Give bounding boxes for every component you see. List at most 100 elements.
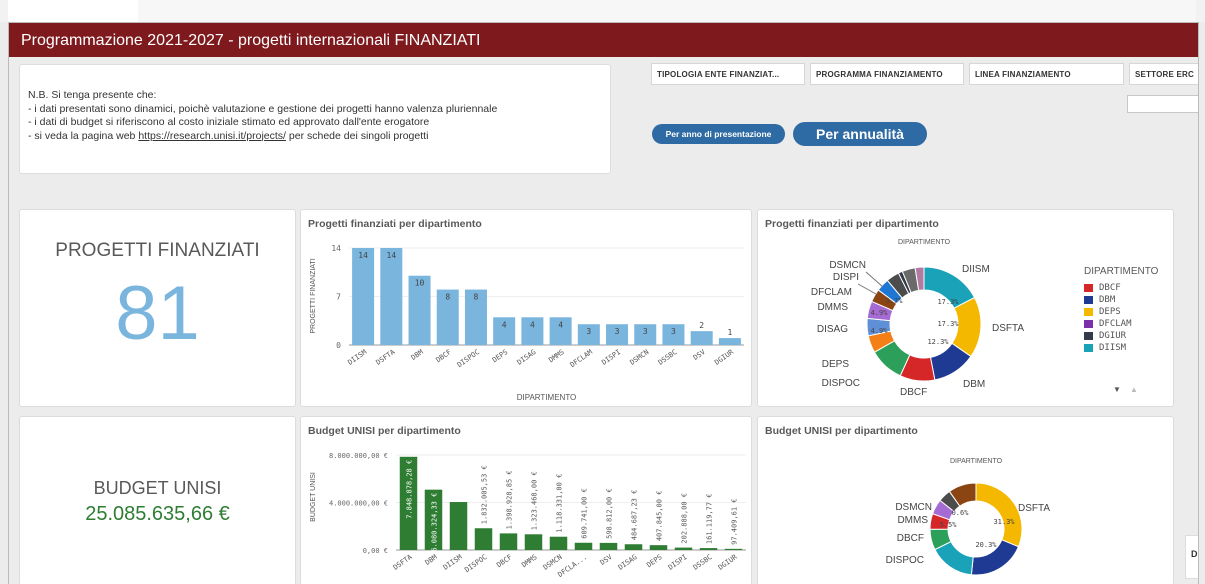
pie-slice-label: 3.7% <box>886 297 904 305</box>
x-tick-label: DSV <box>692 348 708 362</box>
kpi-projects-label: PROGETTI FINANZIATI <box>55 240 260 261</box>
legend-label: DIISM <box>1099 343 1127 353</box>
legend-scroll-up-icon[interactable]: ▲ <box>1130 385 1138 394</box>
note-line-2: - i dati di budget si riferiscono al cos… <box>28 116 430 128</box>
note-heading: N.B. Si tenga presente che: <box>28 89 157 101</box>
legend-item[interactable]: DGIUR <box>1084 330 1132 342</box>
pie-outer-label: DISAG <box>817 324 848 335</box>
pie-slice-label: 31.3% <box>993 518 1015 526</box>
x-tick-label: DISPI <box>600 348 622 367</box>
x-axis-label: DIPARTIMENTO <box>517 393 577 402</box>
bar-value-label: 1.323.468,00 € <box>531 471 539 530</box>
legend-swatch <box>1084 308 1093 316</box>
note-line-1: - i dati presentati sono dinamici, poich… <box>28 102 498 115</box>
x-tick-label: DMMS <box>547 348 565 364</box>
bar-value-label: 4 <box>502 320 507 329</box>
y-axis-label: PROGETTI FINANZIATI <box>310 258 317 333</box>
pie-outer-label: DMMS <box>817 302 848 313</box>
bar-value-label: 598.812,00 € <box>606 488 614 539</box>
settore-erc-select[interactable] <box>1127 95 1198 113</box>
bar-value-label: 4 <box>558 320 563 329</box>
y-tick-label: 0 <box>336 341 341 350</box>
bar-value-label: 14 <box>387 251 397 260</box>
legend-swatch <box>1084 344 1093 352</box>
x-tick-label: DEPS <box>491 348 509 364</box>
filter-settore-erc[interactable]: SETTORE ERC <box>1129 63 1198 85</box>
filter-programma[interactable]: PROGRAMMA FINANZIAMENTO <box>810 63 964 85</box>
pie-inner-title: DIPARTIMENTO <box>950 458 1003 465</box>
pie-outer-label: DSMCN <box>895 502 932 513</box>
bar-value-label: 8 <box>474 293 479 302</box>
kpi-budget-label: BUDGET UNISI <box>93 478 222 498</box>
bar-budget-title: Budget UNISI per dipartimento <box>308 425 461 437</box>
sheet-tab[interactable] <box>8 0 138 22</box>
note-line-3: - si veda la pagina web https://research… <box>28 130 602 144</box>
pie-slice-label: 17.3% <box>937 298 959 306</box>
bar-value-label: 6.080.324,33 € <box>431 493 439 552</box>
y-tick-label: 7 <box>336 293 341 302</box>
bar-projects-title: Progetti finanziati per dipartimento <box>308 218 482 230</box>
x-tick-label: DBCF <box>434 348 452 364</box>
kpi-budget-panel: BUDGET UNISI 25.085.635,66 € <box>19 416 296 584</box>
kpi-projects-panel: PROGETTI FINANZIATI 81 <box>19 209 296 407</box>
legend-item[interactable]: DFCLAM <box>1084 318 1132 330</box>
x-tick-label: DSSBC <box>692 553 714 572</box>
leader-line <box>865 271 884 288</box>
legend[interactable]: DBCF DBM DEPS DFCLAM DGIUR DIISM <box>1084 282 1132 354</box>
pie-budget-panel[interactable]: Budget UNISI per dipartimento DIPARTIMEN… <box>757 416 1174 584</box>
pie-outer-label: DEPS <box>822 359 850 370</box>
legend-scroll-down-icon[interactable]: ▼ <box>1113 385 1121 394</box>
bar <box>549 536 568 550</box>
pie-budget-chart: DIPARTIMENTO31.3%20.3%5.5%0.6%DSFTADBMDI… <box>886 458 1050 576</box>
x-tick-label: DISPOC <box>456 348 481 369</box>
side-tab[interactable]: D <box>1185 535 1198 579</box>
legend-label: DEPS <box>1099 307 1121 317</box>
x-tick-label: DMMS <box>520 553 538 569</box>
bar-budget-panel[interactable]: Budget UNISI per dipartimento 0,00 € 4.00… <box>300 416 752 584</box>
projects-link[interactable]: https://research.unisi.it/projects/ <box>138 130 286 142</box>
filter-tipologia-ente[interactable]: TIPOLOGIA ENTE FINANZIAT... <box>651 63 805 85</box>
page-title: Programmazione 2021-2027 - progetti inte… <box>21 32 481 49</box>
pie-outer-label: DMMS <box>897 515 928 526</box>
bar-value-label: 4 <box>530 320 535 329</box>
bar-value-label: 3 <box>586 327 591 336</box>
legend-item[interactable]: DIISM <box>1084 342 1132 354</box>
bar <box>649 545 668 550</box>
legend-label: DBM <box>1099 295 1116 305</box>
y-tick-label: 4.000.000,00 € <box>329 500 388 508</box>
info-note: N.B. Si tenga presente che: - i dati pre… <box>19 64 611 174</box>
y-tick-label: 14 <box>331 244 341 253</box>
x-tick-label: DBCF <box>495 553 513 569</box>
bar-value-label: 202.888,00 € <box>681 493 689 544</box>
x-tick-label: DISAG <box>617 553 639 572</box>
legend-swatch <box>1084 320 1093 328</box>
bar <box>524 534 543 550</box>
bar-value-label: 10 <box>415 279 425 288</box>
bar-value-label: 1 <box>727 328 732 337</box>
pie-outer-label: DIISM <box>962 264 990 275</box>
legend-label: DFCLAM <box>1099 319 1132 329</box>
legend-swatch <box>1084 332 1093 340</box>
bar-value-label: 609.741,00 € <box>581 488 589 539</box>
x-tick-label: DISAG <box>516 348 538 367</box>
legend-item[interactable]: DBM <box>1084 294 1132 306</box>
pie-projects-panel[interactable]: Progetti finanziati per dipartimento DIP… <box>757 209 1174 407</box>
legend-item[interactable]: DBCF <box>1084 282 1132 294</box>
y-axis-label: BUDGET UNISI <box>310 472 317 522</box>
bar <box>724 548 743 550</box>
pie-outer-label: DSFTA <box>1018 503 1050 514</box>
bar <box>690 331 713 345</box>
per-annualita-button[interactable]: Per annualità <box>793 122 927 146</box>
bar-projects-panel[interactable]: Progetti finanziati per dipartimento 0 7 1… <box>300 209 752 407</box>
pie-slice-label: 5.5% <box>940 521 958 529</box>
bar-value-label: 8 <box>445 293 450 302</box>
pie-outer-label: DISPOC <box>822 378 860 389</box>
leader-line <box>857 283 877 295</box>
legend-item[interactable]: DEPS <box>1084 306 1132 318</box>
filter-linea[interactable]: LINEA FINANZIAMENTO <box>969 63 1124 85</box>
per-anno-button[interactable]: Per anno di presentazione <box>652 124 785 144</box>
bar <box>474 528 493 550</box>
bar-value-label: 7.848.878,28 € <box>406 460 414 519</box>
bar-value-label: 2 <box>699 321 704 330</box>
bar <box>718 338 741 345</box>
